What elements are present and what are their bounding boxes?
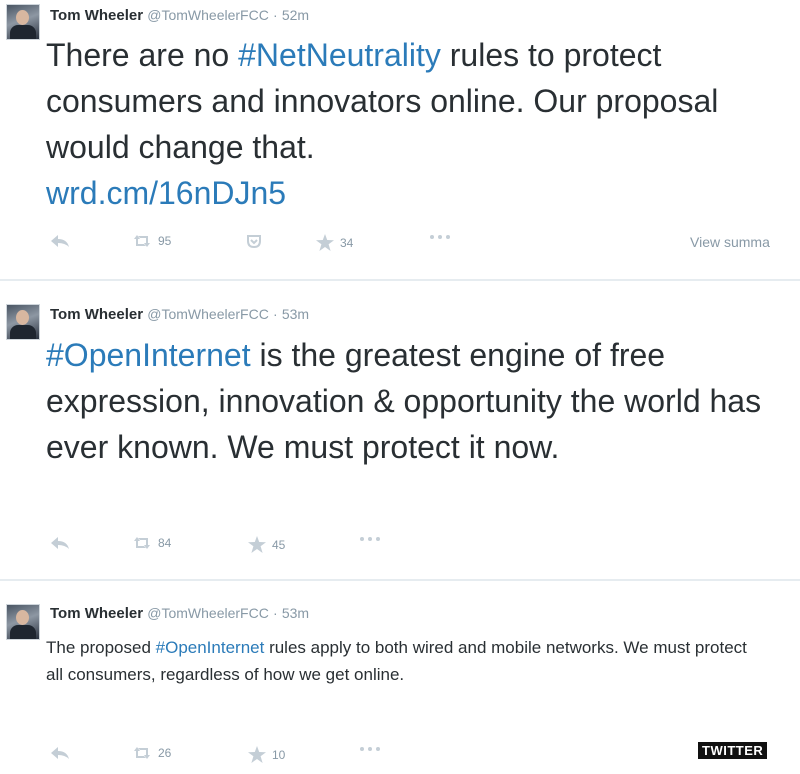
- hashtag-link[interactable]: #NetNeutrality: [238, 37, 441, 73]
- favorite-button[interactable]: 10: [248, 746, 285, 763]
- retweet-count: 95: [158, 234, 172, 248]
- tweet-text: #OpenInternet is the greatest engine of …: [46, 332, 798, 470]
- favorite-count: 45: [272, 537, 286, 552]
- tweet-1: Tom Wheeler @TomWheelerFCC · 52m There a…: [0, 0, 800, 278]
- retweet-button[interactable]: 95: [132, 234, 171, 248]
- tweet-actions: 26 10: [0, 746, 800, 766]
- favorite-button[interactable]: 34: [316, 234, 353, 251]
- tweet-header: Tom Wheeler @TomWheelerFCC · 52m: [50, 7, 309, 24]
- author-name[interactable]: Tom Wheeler: [50, 306, 143, 323]
- star-icon: [248, 536, 266, 553]
- author-handle[interactable]: @TomWheelerFCC: [147, 605, 269, 621]
- author-handle[interactable]: @TomWheelerFCC: [147, 306, 269, 322]
- reply-icon: [51, 747, 69, 759]
- author-name[interactable]: Tom Wheeler: [50, 7, 143, 24]
- retweet-button[interactable]: 84: [132, 536, 171, 550]
- favorite-count: 34: [340, 235, 354, 250]
- more-button[interactable]: [358, 746, 382, 752]
- tweet-text-before: There are no: [46, 37, 239, 73]
- favorite-count: 10: [272, 747, 286, 762]
- author-name[interactable]: Tom Wheeler: [50, 605, 143, 622]
- tweet-text-before: The proposed: [46, 638, 156, 657]
- retweet-icon: [134, 235, 150, 247]
- retweet-count: 84: [158, 536, 172, 550]
- retweet-count: 26: [158, 746, 172, 760]
- favorite-icon: [247, 235, 261, 248]
- author-handle[interactable]: @TomWheelerFCC: [147, 7, 269, 23]
- reply-button[interactable]: [50, 746, 70, 760]
- tweet-url-link[interactable]: wrd.cm/16nDJn5: [46, 170, 798, 216]
- hashtag-link[interactable]: #OpenInternet: [156, 638, 265, 657]
- more-icon: [360, 537, 380, 541]
- more-button[interactable]: [428, 234, 452, 240]
- more-icon: [360, 747, 380, 751]
- reply-icon: [51, 537, 69, 549]
- tweet-text: The proposed #OpenInternet rules apply t…: [46, 634, 766, 688]
- tweet-timestamp[interactable]: 52m: [282, 7, 309, 23]
- star-icon: [248, 746, 266, 763]
- reply-button[interactable]: [50, 234, 70, 248]
- tweet-header: Tom Wheeler @TomWheelerFCC · 53m: [50, 306, 309, 323]
- reply-button[interactable]: [50, 536, 70, 550]
- avatar[interactable]: [6, 604, 40, 640]
- retweet-icon: [134, 747, 150, 759]
- tweet-header: Tom Wheeler @TomWheelerFCC · 53m: [50, 605, 309, 622]
- pocket-button[interactable]: [246, 234, 262, 248]
- tweet-timestamp[interactable]: 53m: [282, 306, 309, 322]
- hashtag-link[interactable]: #OpenInternet: [46, 337, 251, 373]
- separator-dot: ·: [273, 7, 278, 23]
- more-button[interactable]: [358, 536, 382, 542]
- tweet-actions: 95 34 View summa: [0, 234, 800, 254]
- retweet-icon: [134, 537, 150, 549]
- tweet-text: There are no #NetNeutrality rules to pro…: [46, 32, 798, 216]
- tweet-timestamp[interactable]: 53m: [282, 605, 309, 621]
- separator-dot: ·: [273, 605, 278, 621]
- reply-icon: [51, 235, 69, 247]
- tweet-3: Tom Wheeler @TomWheelerFCC · 53m The pro…: [0, 580, 800, 774]
- tweet-2: Tom Wheeler @TomWheelerFCC · 53m #OpenIn…: [0, 280, 800, 578]
- more-icon: [430, 235, 450, 239]
- separator-dot: ·: [273, 306, 278, 322]
- tweet-actions: 84 45: [0, 536, 800, 556]
- view-summary-link[interactable]: View summa: [690, 234, 770, 250]
- twitter-watermark: TWITTER: [698, 742, 768, 759]
- avatar[interactable]: [6, 304, 40, 340]
- retweet-button[interactable]: 26: [132, 746, 171, 760]
- star-icon: [316, 234, 334, 251]
- avatar[interactable]: [6, 4, 40, 40]
- favorite-button[interactable]: 45: [248, 536, 285, 553]
